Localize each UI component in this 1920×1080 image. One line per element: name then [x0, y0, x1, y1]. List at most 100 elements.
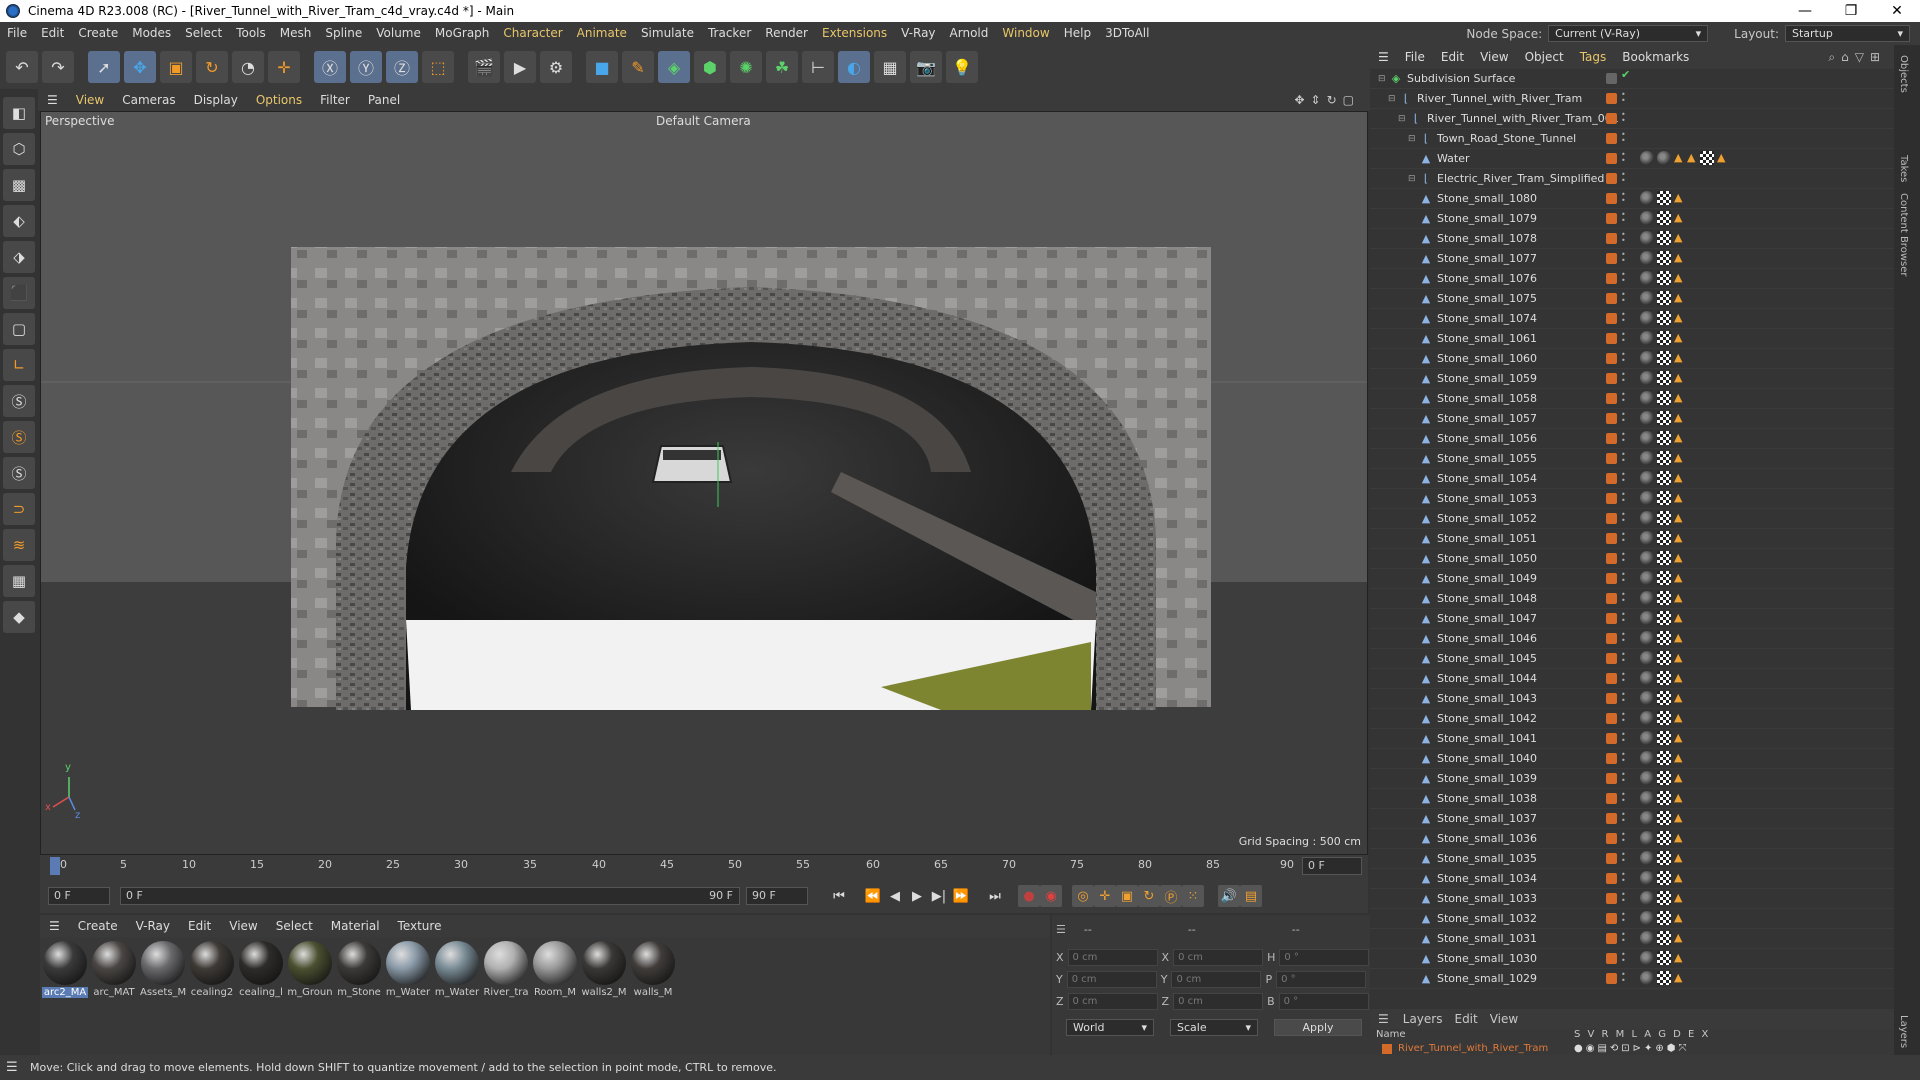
menu-volume[interactable]: Volume	[369, 22, 428, 45]
visibility-dots-icon[interactable]: • •	[1621, 951, 1626, 966]
layer-color-icon[interactable]	[1606, 113, 1617, 124]
visibility-dots-icon[interactable]: • •	[1621, 531, 1626, 546]
object-row[interactable]: ▲ Stone_small_1054 • • ▲	[1370, 469, 1894, 489]
menu-vray[interactable]: V-Ray	[894, 22, 942, 45]
rotation-p-field[interactable]: 0 °	[1276, 971, 1367, 988]
menu-select[interactable]: Select	[178, 22, 229, 45]
tab-objects[interactable]: Objects	[1898, 55, 1909, 93]
object-row[interactable]: ▲ Stone_small_1051 • • ▲	[1370, 529, 1894, 549]
phong-tag-icon[interactable]: ▲	[1674, 971, 1684, 985]
material-tag-icon[interactable]	[1640, 951, 1654, 965]
phong-tag-icon[interactable]: ▲	[1674, 731, 1684, 745]
material-tag-icon[interactable]	[1640, 391, 1654, 405]
camera-icon[interactable]: 📷	[910, 51, 942, 83]
material-tag-icon[interactable]	[1640, 791, 1654, 805]
material-menu-vray[interactable]: V-Ray	[127, 919, 179, 933]
go-to-start-icon[interactable]: ⏮	[828, 885, 850, 907]
visibility-dots-icon[interactable]: • •	[1621, 351, 1626, 366]
material-tag-icon[interactable]	[1640, 571, 1654, 585]
material-tag-icon[interactable]	[1640, 731, 1654, 745]
visibility-dots-icon[interactable]: • •	[1621, 371, 1626, 386]
visibility-dots-icon[interactable]: • •	[1621, 131, 1626, 146]
material-tag-icon[interactable]	[1640, 511, 1654, 525]
layer-color-icon[interactable]	[1606, 713, 1617, 724]
visibility-dots-icon[interactable]: • •	[1621, 591, 1626, 606]
go-to-end-icon[interactable]: ⏭	[984, 885, 1006, 907]
layer-color-icon[interactable]	[1606, 233, 1617, 244]
size-z-field[interactable]: 0 cm	[1173, 993, 1264, 1010]
visibility-dots-icon[interactable]: • •	[1621, 631, 1626, 646]
objects-hamburger-icon[interactable]: ☰	[1370, 50, 1397, 64]
material-tag-icon[interactable]	[1640, 291, 1654, 305]
menu-tools[interactable]: Tools	[229, 22, 273, 45]
material-tag-icon[interactable]	[1640, 691, 1654, 705]
checker-tag-icon[interactable]	[1657, 611, 1671, 625]
viewport-menu-options[interactable]: Options	[247, 93, 311, 107]
cloner-icon[interactable]: ✺	[730, 51, 762, 83]
material-menu-create[interactable]: Create	[69, 919, 127, 933]
visibility-dots-icon[interactable]: • •	[1621, 811, 1626, 826]
start-frame-field[interactable]: 0 F	[48, 887, 110, 905]
visibility-dots-icon[interactable]: • •	[1621, 891, 1626, 906]
floor-icon[interactable]: ▦	[874, 51, 906, 83]
add-tool-icon[interactable]: ✛	[268, 51, 300, 83]
visibility-dots-icon[interactable]: • •	[1621, 831, 1626, 846]
object-row[interactable]: ⊟ ◈ Subdivision Surface ✔	[1370, 69, 1894, 89]
material-swatch[interactable]: Assets_M	[140, 941, 186, 1051]
position-z-field[interactable]: 0 cm	[1067, 993, 1158, 1010]
checker-tag-icon[interactable]	[1657, 251, 1671, 265]
layer-color-icon[interactable]	[1606, 793, 1617, 804]
phong-tag-icon[interactable]: ▲	[1674, 531, 1684, 545]
object-row[interactable]: ⊟ ⌊ River_Tunnel_with_River_Tram • •	[1370, 89, 1894, 109]
object-row[interactable]: ▲ Stone_small_1035 • • ▲	[1370, 849, 1894, 869]
visibility-dots-icon[interactable]: • •	[1621, 511, 1626, 526]
visibility-dots-icon[interactable]: • •	[1621, 411, 1626, 426]
checker-tag-icon[interactable]	[1657, 671, 1671, 685]
material-tag-icon[interactable]	[1640, 711, 1654, 725]
next-frame-icon[interactable]: ▶|	[928, 885, 950, 907]
layers-menu-view[interactable]: View	[1484, 1012, 1524, 1026]
layer-color-icon[interactable]	[1606, 493, 1617, 504]
material-swatch[interactable]: Room_M	[532, 941, 578, 1051]
menu-window[interactable]: Window	[995, 22, 1056, 45]
checker-tag-icon[interactable]	[1657, 491, 1671, 505]
visibility-dots-icon[interactable]: • •	[1621, 651, 1626, 666]
material-swatch[interactable]: walls2_M	[581, 941, 627, 1051]
layer-color-icon[interactable]	[1606, 733, 1617, 744]
object-row[interactable]: ▲ Water • • ▲ ▲ ▲	[1370, 149, 1894, 169]
object-row[interactable]: ⊟ ⌊ Electric_River_Tram_Simplified • •	[1370, 169, 1894, 189]
position-y-field[interactable]: 0 cm	[1066, 971, 1157, 988]
material-tag-icon[interactable]	[1640, 651, 1654, 665]
material-tag-icon[interactable]	[1640, 531, 1654, 545]
material-swatch[interactable]: arc_MAT	[91, 941, 137, 1051]
layer-color-icon[interactable]	[1606, 913, 1617, 924]
phong-tag-icon[interactable]: ▲	[1674, 811, 1684, 825]
object-row[interactable]: ▲ Stone_small_1075 • • ▲	[1370, 289, 1894, 309]
phong-tag-icon[interactable]: ▲	[1674, 551, 1684, 565]
layer-color-icon[interactable]	[1606, 953, 1617, 964]
field-icon[interactable]: ◐	[838, 51, 870, 83]
tab-layers[interactable]: Layers	[1898, 1015, 1909, 1048]
phong-tag-icon[interactable]: ▲	[1674, 231, 1684, 245]
object-row[interactable]: ▲ Stone_small_1050 • • ▲	[1370, 549, 1894, 569]
layer-color-icon[interactable]	[1606, 653, 1617, 664]
material-swatch[interactable]: arc2_MA	[42, 941, 88, 1051]
uv-mode-icon[interactable]: ▢	[3, 313, 35, 345]
visibility-dots-icon[interactable]: • •	[1621, 231, 1626, 246]
keyframe-selection-icon[interactable]: ◎	[1072, 885, 1094, 907]
checker-tag-icon[interactable]	[1657, 531, 1671, 545]
visibility-dots-icon[interactable]: • •	[1621, 731, 1626, 746]
position-key-icon[interactable]: ✛	[1094, 885, 1116, 907]
checker-tag-icon[interactable]	[1657, 511, 1671, 525]
layer-color-icon[interactable]	[1606, 293, 1617, 304]
node-space-select[interactable]: Current (V-Ray) ▾	[1548, 25, 1709, 42]
layer-color-icon[interactable]	[1606, 533, 1617, 544]
layer-color-icon[interactable]	[1606, 693, 1617, 704]
material-tag-icon[interactable]	[1640, 251, 1654, 265]
material-tag-icon[interactable]	[1640, 911, 1654, 925]
undo-icon[interactable]: ↶	[6, 51, 38, 83]
material-tag-icon[interactable]	[1640, 271, 1654, 285]
object-row[interactable]: ▲ Stone_small_1037 • • ▲	[1370, 809, 1894, 829]
phong-tag-icon[interactable]: ▲	[1674, 331, 1684, 345]
phong-tag-icon[interactable]: ▲	[1674, 651, 1684, 665]
